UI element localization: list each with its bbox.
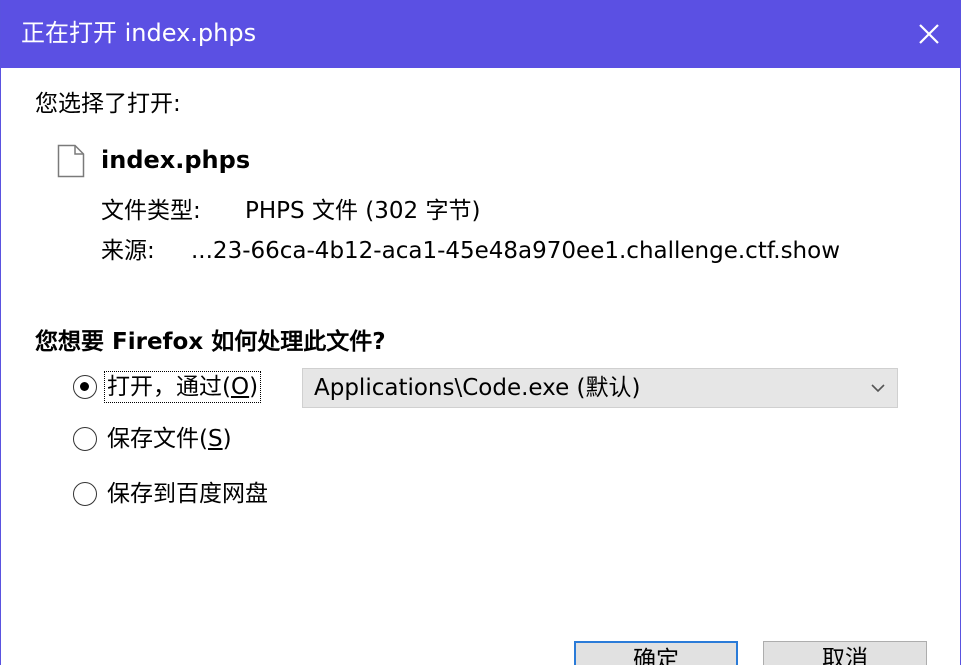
radio-save-file-indicator[interactable] — [73, 427, 97, 451]
radio-save-baidu-indicator[interactable] — [73, 482, 97, 506]
radio-open-with[interactable]: 打开，通过(O) — [73, 371, 262, 403]
cancel-button[interactable]: 取消 — [763, 641, 927, 665]
ok-button[interactable]: 确定 — [574, 641, 738, 665]
radio-save-file[interactable]: 保存文件(S) — [73, 423, 234, 455]
file-name: index.phps — [101, 146, 251, 174]
handling-question: 您想要 Firefox 如何处理此文件? — [35, 329, 386, 355]
file-source-value: ...23-66ca-4b12-aca1-45e48a970ee1.challe… — [191, 238, 841, 264]
open-file-dialog: 正在打开 index.phps 您选择了打开: index.phps 文件类型:… — [0, 0, 961, 665]
close-icon — [919, 24, 939, 44]
radio-open-with-label: 打开，通过(O) — [103, 371, 262, 403]
radio-save-baidu[interactable]: 保存到百度网盘 — [73, 478, 270, 510]
file-icon — [57, 144, 85, 178]
window-title: 正在打开 index.phps — [21, 19, 257, 47]
chevron-down-icon — [871, 384, 885, 393]
close-button[interactable] — [896, 0, 960, 68]
application-select-value: Applications\Code.exe (默认) — [314, 375, 641, 401]
file-type-value: PHPS 文件 (302 字节) — [245, 198, 481, 224]
title-bar: 正在打开 index.phps — [1, 0, 960, 68]
file-source-label: 来源: — [101, 238, 155, 264]
application-select[interactable]: Applications\Code.exe (默认) — [302, 368, 898, 408]
radio-open-with-indicator[interactable] — [73, 375, 97, 399]
radio-save-baidu-label: 保存到百度网盘 — [107, 481, 268, 507]
intro-text: 您选择了打开: — [35, 91, 181, 117]
radio-save-file-label: 保存文件(S) — [107, 426, 232, 452]
file-type-label: 文件类型: — [101, 198, 201, 224]
